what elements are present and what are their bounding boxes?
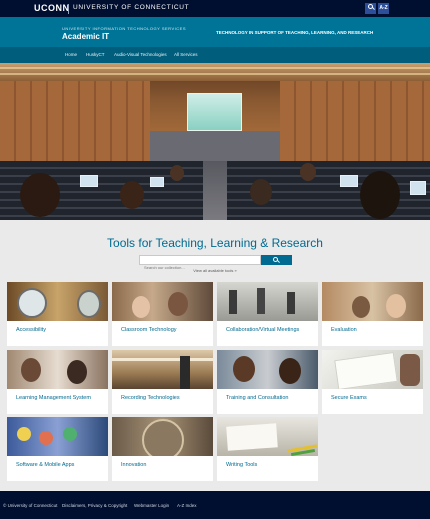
laptop (340, 175, 358, 187)
ceiling-light (0, 73, 430, 75)
student-silhouette (360, 171, 400, 219)
card-label: Collaboration/Virtual Meetings (226, 327, 300, 333)
ceiling-light (0, 67, 430, 69)
card-label: Learning Management System (16, 395, 91, 401)
collection-search-field[interactable] (139, 255, 261, 272)
top-search-button[interactable] (365, 3, 376, 14)
card-training-consultation[interactable]: Training and Consultation (217, 350, 318, 414)
card-image (322, 282, 423, 321)
site-title[interactable]: Academic IT (62, 32, 109, 41)
hero-projection-screen (187, 93, 242, 131)
logo-divider (68, 4, 69, 14)
hero-wood-wall-right (280, 81, 430, 161)
nav-item-huskyct[interactable]: HuskyCT (86, 52, 105, 57)
card-writing-tools[interactable]: Writing Tools (217, 417, 318, 481)
card-label: Innovation (121, 462, 147, 468)
site-footer: © University of Connecticut Disclaimers,… (0, 491, 430, 519)
footer-copyright: © University of Connecticut (3, 503, 58, 508)
card-image (7, 282, 108, 321)
hero-aisle (203, 161, 227, 220)
card-label: Classroom Technology (121, 327, 177, 333)
student-silhouette (300, 163, 316, 181)
nav-item-all-services[interactable]: All Services (174, 52, 198, 57)
card-image (217, 350, 318, 389)
card-label: Writing Tools (226, 462, 258, 468)
card-software-mobile-apps[interactable]: Software & Mobile Apps (7, 417, 108, 481)
student-silhouette (120, 181, 144, 209)
laptop (410, 181, 426, 195)
page-title: Tools for Teaching, Learning & Research (107, 236, 323, 250)
hero-ceiling (0, 63, 430, 81)
footer-az-index-link[interactable]: A-Z Index (177, 503, 197, 508)
site-tagline: TECHNOLOGY IN SUPPORT OF TEACHING, LEARN… (216, 30, 374, 35)
card-image (112, 282, 213, 321)
card-image (217, 282, 318, 321)
hero-lecture-hall-image (0, 63, 430, 220)
card-learning-management-system[interactable]: Learning Management System (7, 350, 108, 414)
search-icon (368, 4, 373, 9)
student-silhouette (170, 165, 184, 181)
card-evaluation[interactable]: Evaluation (322, 282, 423, 346)
student-silhouette (250, 179, 272, 205)
department-name: UNIVERSITY INFORMATION TECHNOLOGY SERVIC… (62, 26, 186, 31)
search-submit-button[interactable] (261, 255, 292, 265)
uconn-logo[interactable]: UCONN (34, 3, 70, 13)
nav-item-home[interactable]: Home (65, 52, 77, 57)
footer-disclaimers-link[interactable]: Disclaimers, Privacy & Copyright (62, 503, 127, 508)
university-name-link[interactable]: UNIVERSITY OF CONNECTICUT (73, 4, 189, 11)
card-image (7, 417, 108, 456)
card-image (112, 417, 213, 456)
card-label: Secure Exams (331, 395, 367, 401)
view-all-tools-link[interactable]: View all available tools » (0, 268, 430, 273)
card-secure-exams[interactable]: Secure Exams (322, 350, 423, 414)
card-recording-technologies[interactable]: Recording Technologies (112, 350, 213, 414)
card-image (322, 350, 423, 389)
card-image (7, 350, 108, 389)
card-label: Evaluation (331, 327, 357, 333)
hero-stage (150, 131, 280, 161)
search-icon (273, 257, 278, 262)
az-index-button[interactable]: A-Z (378, 3, 389, 14)
card-classroom-technology[interactable]: Classroom Technology (112, 282, 213, 346)
hero-wood-wall-left (0, 81, 150, 161)
footer-webmaster-login-link[interactable]: Webmaster Login (134, 503, 169, 508)
card-collaboration[interactable]: Collaboration/Virtual Meetings (217, 282, 318, 346)
nav-item-audio-visual[interactable]: Audio-Visual Technologies (114, 52, 167, 57)
site-header: UNIVERSITY INFORMATION TECHNOLOGY SERVIC… (0, 17, 430, 47)
card-image (112, 350, 213, 389)
card-label: Recording Technologies (121, 395, 180, 401)
laptop (80, 175, 98, 187)
card-image (217, 417, 318, 456)
laptop (150, 177, 164, 187)
student-silhouette (20, 173, 60, 217)
card-innovation[interactable]: Innovation (112, 417, 213, 481)
main-navigation: Home HuskyCT Audio-Visual Technologies A… (0, 47, 430, 63)
card-label: Accessibility (16, 327, 46, 333)
card-accessibility[interactable]: Accessibility (7, 282, 108, 346)
university-top-bar: UCONN UNIVERSITY OF CONNECTICUT A-Z (0, 0, 430, 17)
card-label: Training and Consultation (226, 395, 289, 401)
card-label: Software & Mobile Apps (16, 462, 75, 468)
